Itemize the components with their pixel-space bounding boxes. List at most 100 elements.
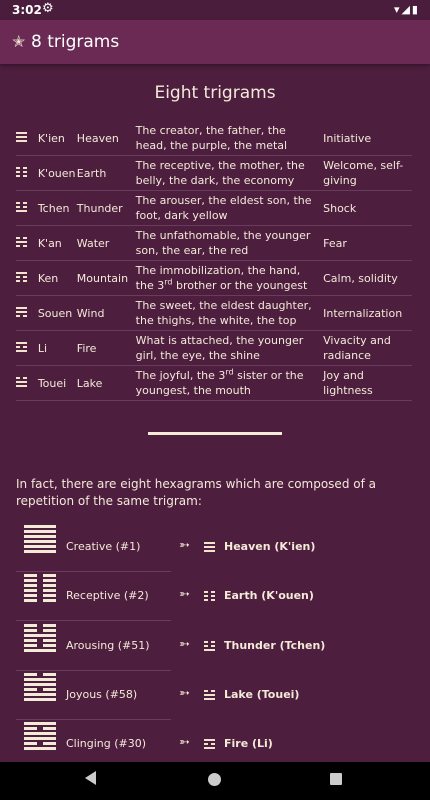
hexagram-name: Creative (#1) — [66, 540, 141, 553]
trigram-attribute: Internalization — [323, 295, 412, 331]
hexagram-row[interactable]: Arousing (#51) ➳ Thunder (Tchen) — [16, 623, 414, 672]
arrow-icon: ➳ — [179, 685, 190, 701]
trigram-nature: Earth — [76, 155, 136, 191]
app-title: 8 trigrams — [31, 32, 120, 52]
hexagram-icon — [24, 574, 56, 603]
trigram-name: K'ien — [37, 121, 77, 156]
trigram-description: The immobilization, the hand, the 3rd br… — [135, 260, 324, 296]
hexagram-icon — [24, 722, 56, 751]
gear-icon: ⚙ — [42, 1, 54, 16]
trigram-icon — [204, 737, 215, 751]
page-title: Eight trigrams — [154, 83, 276, 103]
hexagram-name: Clinging (#30) — [66, 737, 147, 751]
trigram-symbol-cell — [16, 155, 38, 191]
arrow-icon: ➳ — [179, 735, 190, 751]
trigram-nature: Lake — [76, 365, 136, 401]
hexagram-symbol — [24, 574, 56, 604]
trigram-row: Souen Wind The sweet, the eldest daughter,… — [16, 295, 412, 331]
status-icons: ▾◢▮ — [393, 3, 420, 16]
trigram-nature: Mountain — [76, 260, 136, 296]
recents-icon[interactable] — [330, 773, 342, 785]
trigram-name: Touei — [37, 365, 77, 401]
hexagram-symbol — [24, 722, 56, 752]
trigram-nature: Wind — [76, 295, 136, 331]
hexagram-row[interactable]: Clinging (#30) ➳ Fire (Li) — [16, 721, 414, 762]
trigram-label: Thunder (Tchen) — [224, 638, 326, 652]
star-icon[interactable]: ✭ — [12, 32, 25, 51]
hexagram-name: Arousing (#51) — [66, 638, 150, 652]
description-text: brother or the youngest — [172, 279, 308, 292]
hexagram-row[interactable]: Creative (#1) ➳ Heaven (K'ien) — [16, 524, 414, 573]
trigram-description: The sweet, the eldest daughter, the thig… — [135, 295, 324, 331]
trigram-attribute: Vivacity and radiance — [323, 330, 412, 366]
hexagram-icon — [24, 623, 56, 652]
app-bar: ✭ 8 trigrams — [0, 20, 430, 64]
trigram-mini-icon — [204, 636, 215, 655]
hexagram-name: Receptive (#2) — [66, 589, 149, 603]
trigram-name: Li — [37, 330, 77, 366]
trigram-label: Earth (K'ouen) — [224, 589, 314, 603]
ordinal-suffix: rd — [225, 367, 234, 377]
trigram-symbol-cell — [16, 295, 38, 331]
status-bar: 3:02 ⚙ ▾◢▮ — [0, 0, 430, 20]
trigram-row: Li Fire What is attached, the younger girl… — [16, 330, 412, 366]
trigram-name: K'an — [37, 225, 77, 261]
trigram-attribute: Initiative — [323, 121, 412, 156]
trigram-mini-icon — [204, 734, 215, 753]
trigram-symbol-cell — [16, 190, 38, 226]
trigram-symbol-cell — [16, 330, 38, 366]
back-icon[interactable] — [85, 771, 96, 785]
home-icon[interactable] — [208, 773, 221, 786]
row-separator — [16, 718, 171, 720]
description-text: The joyful, the 3 — [135, 369, 226, 382]
trigram-name: Tchen — [37, 190, 77, 226]
trigram-symbol-cell — [16, 365, 38, 401]
content[interactable]: Eight trigrams K'ien Heaven The creator, t… — [0, 64, 430, 762]
trigram-name: Souen — [37, 295, 77, 331]
trigram-row: K'ien Heaven The creator, the father, the … — [16, 121, 412, 156]
trigram-nature: Thunder — [76, 190, 136, 226]
hexagram-row[interactable]: Joyous (#58) ➳ Lake (Touei) — [16, 672, 414, 721]
divider — [148, 432, 282, 435]
hexagram-icon — [24, 525, 56, 553]
row-separator — [16, 669, 171, 671]
trigram-table: K'ien Heaven The creator, the father, the … — [16, 121, 412, 401]
trigram-row: K'ouen Earth The receptive, the mother, th… — [16, 155, 412, 191]
trigram-icon — [16, 200, 27, 214]
trigram-row: Ken Mountain The immobilization, the hand,… — [16, 260, 412, 296]
hexagram-symbol — [24, 525, 56, 555]
trigram-label: Fire (Li) — [224, 737, 273, 751]
trigram-icon — [204, 589, 215, 603]
trigram-icon — [204, 639, 215, 653]
hexagram-symbol — [24, 672, 56, 703]
trigram-label: Heaven (K'ien) — [224, 540, 316, 553]
trigram-mini-icon — [204, 586, 215, 605]
trigram-row: Tchen Thunder The arouser, the eldest son,… — [16, 190, 412, 226]
trigram-nature: Water — [76, 225, 136, 261]
trigram-nature: Fire — [76, 330, 136, 366]
arrow-icon: ➳ — [179, 538, 190, 553]
trigram-attribute: Calm, solidity — [323, 260, 412, 296]
trigram-row: Touei Lake The joyful, the 3rd sister or t… — [16, 365, 412, 401]
status-time: 3:02 — [12, 3, 42, 17]
trigram-symbol-cell — [16, 225, 38, 261]
hexagram-symbol — [24, 623, 56, 654]
trigram-icon — [16, 375, 27, 389]
arrow-icon: ➳ — [179, 587, 190, 603]
trigram-label: Lake (Touei) — [224, 687, 300, 701]
trigram-name: K'ouen — [37, 155, 77, 191]
trigram-icon — [204, 688, 215, 702]
trigram-description: What is attached, the younger girl, the … — [135, 330, 324, 366]
trigram-symbol-cell — [16, 260, 38, 296]
trigram-description: The receptive, the mother, the belly, th… — [135, 155, 324, 191]
trigram-icon — [16, 165, 27, 179]
trigram-symbol-cell — [16, 121, 38, 156]
trigram-description: The arouser, the eldest son, the foot, d… — [135, 190, 324, 226]
hexagram-row[interactable]: Receptive (#2) ➳ Earth (K'ouen) — [16, 573, 414, 622]
trigram-row: K'an Water The unfathomable, the younger s… — [16, 225, 412, 261]
hexagram-name: Joyous (#58) — [66, 687, 138, 701]
navigation-bar — [0, 762, 430, 800]
trigram-name: Ken — [37, 260, 77, 296]
trigram-attribute: Fear — [323, 225, 412, 261]
trigram-attribute: Shock — [323, 190, 412, 226]
